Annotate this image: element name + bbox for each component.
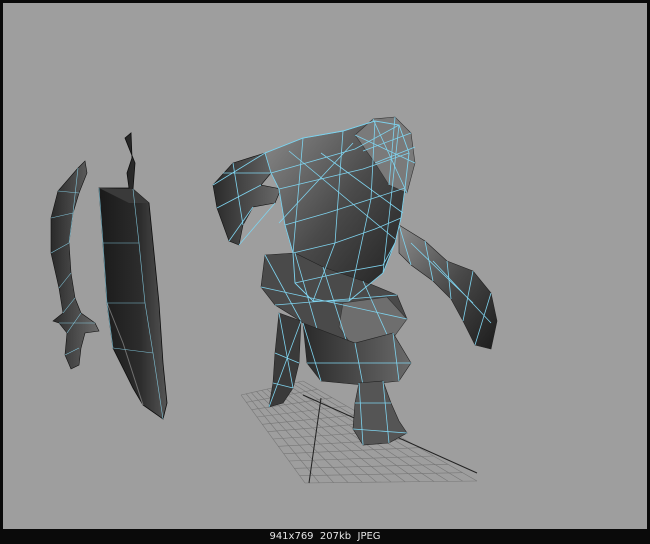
- character-mesh[interactable]: [212, 116, 498, 446]
- sword-mesh[interactable]: [50, 160, 100, 370]
- image-frame: 941x769 207kb JPEG: [0, 0, 650, 544]
- shield-mesh[interactable]: [98, 132, 168, 420]
- image-dimensions: 941x769: [269, 531, 314, 542]
- image-format: JPEG: [357, 531, 381, 542]
- image-info-caption: 941x769 207kb JPEG: [0, 530, 650, 544]
- 3d-viewport[interactable]: [3, 3, 647, 529]
- image-size: 207kb: [319, 531, 352, 542]
- viewport-canvas: [50, 116, 498, 484]
